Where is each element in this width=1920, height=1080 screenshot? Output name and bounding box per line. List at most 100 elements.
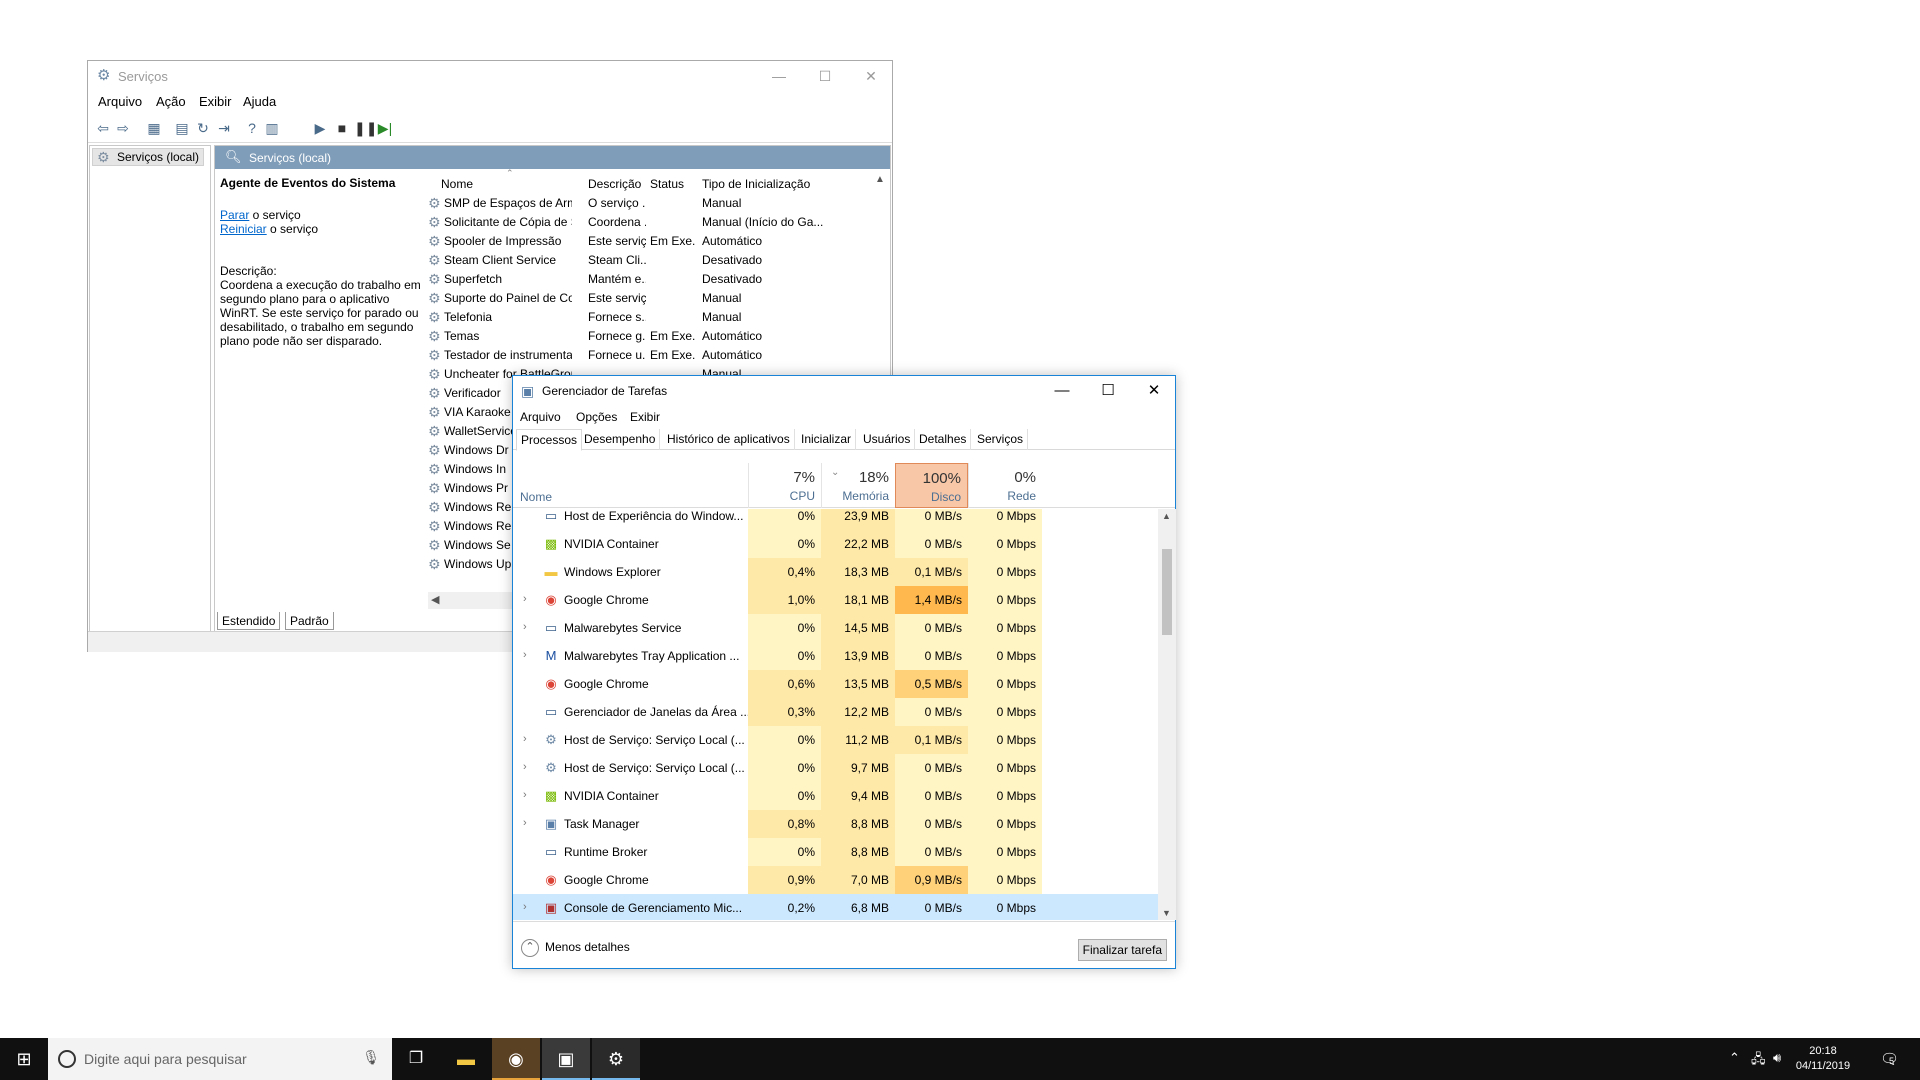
expand-chevron-icon[interactable]: › — [523, 621, 527, 633]
menu-arquivo[interactable]: Arquivo — [98, 94, 142, 109]
fewer-details-button[interactable]: ⌃ Menos detalhes — [521, 939, 630, 957]
export-icon[interactable]: ⇥ — [215, 119, 233, 137]
tab-inicializar[interactable]: Inicializar — [797, 429, 857, 450]
expand-chevron-icon[interactable]: › — [523, 901, 527, 913]
maximize-button[interactable]: ☐ — [1085, 376, 1131, 406]
expand-chevron-icon[interactable]: › — [523, 593, 527, 605]
process-row[interactable]: ▭ Gerenciador de Janelas da Área ... 0,3% 1… — [513, 698, 1158, 726]
column-startup[interactable]: Tipo de Inicialização — [702, 177, 810, 191]
tab-estendido[interactable]: Estendido — [217, 612, 281, 630]
menu-arquivo[interactable]: Arquivo — [520, 410, 561, 424]
process-row[interactable]: ◉ Google Chrome 0,6% 13,5 MB 0,5 MB/s 0 Mbps — [513, 670, 1158, 698]
help-icon[interactable]: ? — [243, 119, 261, 137]
maximize-button[interactable]: ☐ — [802, 61, 848, 91]
scroll-left-icon[interactable]: ◀ — [431, 593, 439, 606]
process-row[interactable]: ◉ Google Chrome 0,9% 7,0 MB 0,9 MB/s 0 Mbps — [513, 866, 1158, 894]
chevron-up-icon[interactable]: ⌃ — [1729, 1050, 1740, 1066]
stop-icon[interactable]: ■ — [333, 119, 351, 137]
process-row[interactable]: › ⚙ Host de Serviço: Serviço Local (... 0% 9… — [513, 754, 1158, 782]
services-taskbar-icon[interactable]: ⚙ — [592, 1038, 640, 1080]
expand-chevron-icon[interactable]: › — [523, 789, 527, 801]
column-disk[interactable]: 100% Disco — [895, 463, 968, 508]
scrollbar-thumb[interactable] — [1162, 549, 1172, 635]
task-view-icon[interactable]: ❐ — [392, 1038, 440, 1080]
minimize-button[interactable]: — — [1039, 376, 1085, 406]
service-row[interactable]: ⚙SMP de Espaços de Armaze... O serviço ..… — [428, 194, 878, 213]
menu-acao[interactable]: Ação — [156, 94, 186, 109]
expand-chevron-icon[interactable]: › — [523, 649, 527, 661]
chrome-icon[interactable]: ◉ — [492, 1038, 540, 1080]
taskbar-search[interactable]: Digite aqui para pesquisar 🎙︎ — [48, 1038, 392, 1080]
scroll-up-icon[interactable]: ▲ — [875, 174, 885, 185]
refresh-icon[interactable]: ↻ — [194, 119, 212, 137]
view-icon[interactable]: ▥ — [263, 119, 281, 137]
service-row[interactable]: ⚙Temas Fornece g... Em Exe... Automático — [428, 327, 878, 346]
services-titlebar[interactable]: ⚙ Serviços — ☐ ✕ — [88, 61, 892, 91]
column-memory[interactable]: 18% Memória — [821, 463, 895, 508]
scroll-up-icon[interactable]: ▲ — [1162, 511, 1171, 521]
minimize-button[interactable]: — — [756, 61, 802, 91]
expand-chevron-icon[interactable]: › — [523, 817, 527, 829]
tab-servicos[interactable]: Serviços — [973, 429, 1029, 450]
service-row[interactable]: ⚙Solicitante de Cópia de So... Coordena .… — [428, 213, 878, 232]
service-row[interactable]: ⚙Suporte do Painel de Contr... Este servi… — [428, 289, 878, 308]
process-row[interactable]: ▭ Runtime Broker 0% 8,8 MB 0 MB/s 0 Mbps — [513, 838, 1158, 866]
network-icon[interactable]: 🖧︎ — [1751, 1050, 1766, 1072]
services-horizontal-scrollbar[interactable]: ◀ — [428, 592, 518, 609]
forward-icon[interactable]: ⇨ — [114, 119, 132, 137]
process-row[interactable]: ▬ Windows Explorer 0,4% 18,3 MB 0,1 MB/s 0 Mb… — [513, 558, 1158, 586]
process-vertical-scrollbar[interactable]: ▲ ▼ — [1158, 509, 1176, 920]
pause-icon[interactable]: ❚❚ — [354, 119, 377, 137]
start-icon[interactable]: ▶ — [311, 119, 329, 137]
tree-item-services-local[interactable]: ⚙ Serviços (local) — [92, 148, 205, 166]
service-row[interactable]: ⚙Testador de instrumentaçã... Fornece u..… — [428, 346, 878, 365]
tab-usuarios[interactable]: Usuários — [859, 429, 916, 450]
process-row[interactable]: › ▣ Task Manager 0,8% 8,8 MB 0 MB/s 0 Mbps — [513, 810, 1158, 838]
microphone-icon[interactable]: 🎙︎ — [362, 1049, 380, 1066]
service-row[interactable]: ⚙ Superfetch Mantém e... Desativado — [428, 270, 878, 289]
process-row[interactable]: ▩ NVIDIA Container 0% 22,2 MB 0 MB/s 0 Mbps — [513, 530, 1158, 558]
column-status[interactable]: Status — [650, 177, 684, 191]
service-row[interactable]: ⚙ Steam Client Service Steam Cli... Desativ… — [428, 251, 878, 270]
console-tree-icon[interactable]: ▦ — [145, 119, 163, 137]
properties-icon[interactable]: ▤ — [173, 119, 191, 137]
scroll-down-icon[interactable]: ▼ — [1162, 908, 1171, 918]
close-button[interactable]: ✕ — [1131, 376, 1177, 406]
file-explorer-icon[interactable]: ▬ — [442, 1038, 490, 1080]
expand-chevron-icon[interactable]: › — [523, 761, 527, 773]
expand-chevron-icon[interactable]: › — [523, 733, 527, 745]
menu-ajuda[interactable]: Ajuda — [243, 94, 276, 109]
menu-exibir[interactable]: Exibir — [199, 94, 232, 109]
process-row[interactable]: › ▣ Console de Gerenciamento Mic... 0,2% 6,8… — [513, 894, 1158, 920]
column-cpu[interactable]: 7% CPU — [748, 463, 821, 508]
menu-opcoes[interactable]: Opções — [576, 410, 617, 424]
end-task-button[interactable]: Finalizar tarefa — [1077, 939, 1167, 961]
column-name[interactable]: Nome — [520, 490, 552, 504]
close-button[interactable]: ✕ — [848, 61, 894, 91]
tab-padrao[interactable]: Padrão — [285, 612, 334, 630]
stop-service-link[interactable]: Parar — [220, 208, 249, 222]
process-row[interactable]: › ◉ Google Chrome 1,0% 18,1 MB 1,4 MB/s 0 Mbps — [513, 586, 1158, 614]
task-manager-titlebar[interactable]: ▣ Gerenciador de Tarefas — ☐ ✕ — [513, 376, 1175, 406]
process-row[interactable]: › M Malwarebytes Tray Application ... 0% 13,… — [513, 642, 1158, 670]
column-description[interactable]: Descrição — [588, 177, 641, 191]
tab-detalhes[interactable]: Detalhes — [915, 429, 972, 450]
tab-processos[interactable]: Processos — [516, 429, 583, 451]
windows-start-icon[interactable]: ⊞ — [0, 1038, 48, 1080]
process-row[interactable]: › ▩ NVIDIA Container 0% 9,4 MB 0 MB/s 0 Mbps — [513, 782, 1158, 810]
column-name[interactable]: Nome — [441, 177, 473, 191]
tab-historico[interactable]: Histórico de aplicativos — [663, 429, 795, 450]
notification-icon[interactable]: 🗨︎ 5 — [1880, 1050, 1899, 1068]
restart-icon[interactable]: ▶| — [376, 119, 394, 137]
tab-desempenho[interactable]: Desempenho — [580, 429, 661, 450]
process-row[interactable]: ▭ Host de Experiência do Window... 0% 23,9 … — [513, 509, 1158, 530]
volume-icon[interactable]: 🔊︎ — [1773, 1050, 1781, 1066]
taskbar-clock[interactable]: 20:18 04/11/2019 — [1788, 1044, 1858, 1074]
restart-service-link[interactable]: Reiniciar — [220, 222, 267, 236]
service-row[interactable]: ⚙Spooler de Impressão Este serviç... Em Ex… — [428, 232, 878, 251]
process-row[interactable]: › ▭ Malwarebytes Service 0% 14,5 MB 0 MB/s 0 M… — [513, 614, 1158, 642]
service-row[interactable]: ⚙ Telefonia Fornece s... Manual — [428, 308, 878, 327]
process-row[interactable]: › ⚙ Host de Serviço: Serviço Local (... 0% 1… — [513, 726, 1158, 754]
back-icon[interactable]: ⇦ — [94, 119, 112, 137]
taskmanager-taskbar-icon[interactable]: ▣ — [542, 1038, 590, 1080]
